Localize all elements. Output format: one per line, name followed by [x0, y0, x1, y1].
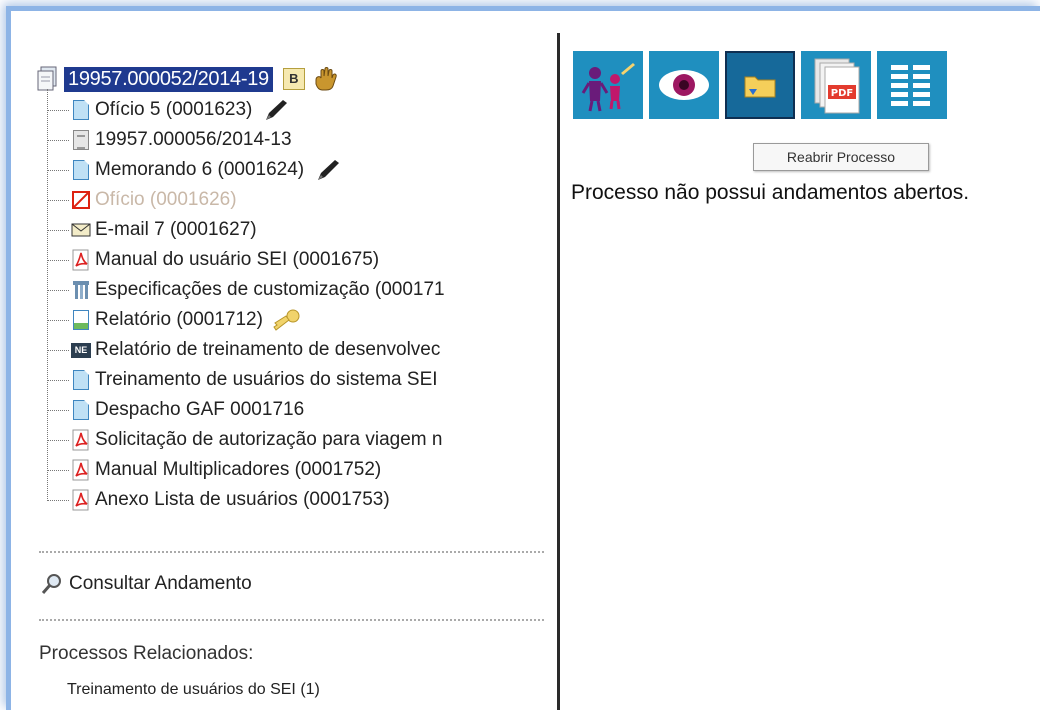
tree-node-label[interactable]: Memorando 6 (0001624) — [95, 159, 304, 181]
process-icon — [71, 129, 91, 151]
assign-process-icon — [581, 63, 635, 112]
tree-node[interactable]: Ofício 5 (0001623) — [47, 95, 445, 125]
tree-node-label[interactable]: Anexo Lista de usuários (0001753) — [95, 489, 390, 511]
tree-node-label[interactable]: Manual Multiplicadores (0001752) — [95, 459, 381, 481]
process-number[interactable]: 19957.000052/2014-19 — [64, 66, 273, 92]
tree-node[interactable]: Solicitação de autorização para viagem n — [47, 425, 445, 455]
pdf-icon — [71, 459, 91, 481]
related-processes-title: Processos Relacionados: — [39, 643, 254, 664]
canceled-icon — [71, 189, 91, 211]
divider — [39, 551, 544, 553]
status-message: Processo não possui andamentos abertos. — [571, 181, 970, 204]
tree-node-label[interactable]: Relatório (0001712) — [95, 309, 263, 331]
reopen-process-button[interactable] — [725, 51, 795, 119]
document-icon — [71, 159, 91, 181]
signature-pen-icon[interactable] — [262, 97, 290, 123]
report-icon — [71, 309, 91, 331]
pdf-pages-icon: PDF — [814, 58, 860, 114]
pdf-icon — [71, 489, 91, 511]
generate-pdf-button[interactable]: PDF — [801, 51, 871, 119]
process-folder-icon — [37, 66, 59, 92]
panel-divider[interactable] — [557, 33, 560, 710]
tree-node-label[interactable]: 19957.000056/2014-13 — [95, 129, 292, 151]
hand-icon[interactable] — [313, 66, 339, 92]
tree-node[interactable]: Manual Multiplicadores (0001752) — [47, 455, 445, 485]
tree-node-label[interactable]: Ofício (0001626) — [95, 189, 237, 211]
tree-node-label[interactable]: Despacho GAF 0001716 — [95, 399, 304, 421]
tree-node-label[interactable]: Relatório de treinamento de desenvolvec — [95, 339, 440, 361]
tree-node-label[interactable]: Ofício 5 (0001623) — [95, 99, 252, 121]
list-icon — [891, 65, 930, 106]
tree-node-label[interactable]: Especificações de customização (000171 — [95, 279, 445, 301]
tree-children: Ofício 5 (0001623) 19957.000056/2014-13 … — [47, 89, 445, 515]
block-badge[interactable]: B — [282, 68, 305, 90]
svg-text:PDF: PDF — [831, 88, 853, 99]
assign-process-button[interactable] — [573, 51, 643, 119]
tree-node[interactable]: Despacho GAF 0001716 — [47, 395, 445, 425]
process-tree-panel: 19957.000052/2014-19 B Ofício 5 (0001623… — [11, 11, 556, 710]
tree-node[interactable]: NE Relatório de treinamento de desenvolv… — [47, 335, 445, 365]
document-icon — [71, 99, 91, 121]
tree-node[interactable]: Ofício (0001626) — [47, 185, 445, 215]
specification-icon — [71, 279, 91, 301]
tree-node[interactable]: Especificações de customização (000171 — [47, 275, 445, 305]
document-icon — [71, 399, 91, 421]
tree-node[interactable]: Treinamento de usuários do sistema SEI — [47, 365, 445, 395]
action-toolbar: PDF — [573, 51, 947, 119]
process-tree: 19957.000052/2014-19 B Ofício 5 (0001623… — [37, 63, 445, 515]
signature-pen-icon[interactable] — [314, 157, 342, 183]
consult-progress-label[interactable]: Consultar Andamento — [69, 573, 252, 595]
divider — [39, 619, 544, 621]
document-icon — [71, 369, 91, 391]
tree-root[interactable]: 19957.000052/2014-19 B — [37, 63, 445, 95]
pdf-icon — [71, 249, 91, 271]
pdf-icon — [71, 429, 91, 451]
email-icon — [71, 219, 91, 241]
tree-node[interactable]: E-mail 7 (0001627) — [47, 215, 445, 245]
tree-node[interactable]: Manual do usuário SEI (0001675) — [47, 245, 445, 275]
tree-node-label[interactable]: Treinamento de usuários do sistema SEI — [95, 369, 438, 391]
key-icon[interactable] — [271, 308, 301, 332]
tree-node[interactable]: Memorando 6 (0001624) — [47, 155, 445, 185]
magnifier-icon — [41, 573, 63, 595]
app-frame: 19957.000052/2014-19 B Ofício 5 (0001623… — [6, 6, 1040, 710]
tree-node[interactable]: 19957.000056/2014-13 — [47, 125, 445, 155]
view-eye-icon — [659, 70, 709, 100]
tree-node[interactable]: Anexo Lista de usuários (0001753) — [47, 485, 445, 515]
tree-node-label[interactable]: E-mail 7 (0001627) — [95, 219, 257, 241]
related-process-link[interactable]: Treinamento de usuários do SEI (1) — [67, 681, 320, 699]
tooltip: Reabrir Processo — [753, 143, 929, 171]
tree-node-label[interactable]: Solicitação de autorização para viagem n — [95, 429, 442, 451]
reopen-folder-icon — [744, 76, 776, 98]
view-button[interactable] — [649, 51, 719, 119]
ne-document-icon: NE — [71, 339, 91, 361]
tree-node-label[interactable]: Manual do usuário SEI (0001675) — [95, 249, 379, 271]
list-button[interactable] — [877, 51, 947, 119]
tree-node[interactable]: Relatório (0001712) — [47, 305, 445, 335]
consult-progress-link[interactable]: Consultar Andamento — [41, 573, 252, 595]
